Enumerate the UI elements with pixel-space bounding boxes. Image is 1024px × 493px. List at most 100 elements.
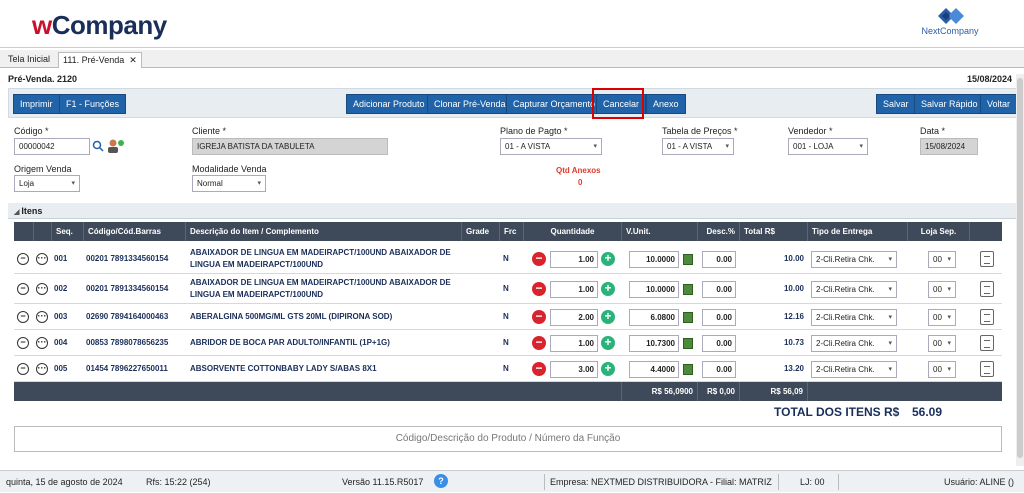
page-date: 15/08/2024	[966, 74, 1012, 84]
calculator-icon[interactable]	[683, 312, 693, 323]
entrega-select[interactable]: 2-Cli.Retira Chk. ▾	[811, 335, 897, 352]
product-search-input[interactable]: Código/Descrição do Produto / Número da …	[14, 426, 1002, 452]
more-options-icon[interactable]: ···	[36, 253, 48, 265]
salvar-button[interactable]: Salvar	[876, 94, 916, 114]
notes-icon[interactable]	[980, 361, 994, 377]
tab-pre-venda[interactable]: 111. Pré-Venda ✕	[58, 52, 142, 68]
divider	[544, 474, 545, 490]
loja-value: 00	[933, 365, 942, 374]
table-row: − ··· 001 00201 7891334560154 ABAIXADOR DE L…	[14, 244, 1002, 274]
loja-select[interactable]: 00 ▾	[928, 309, 956, 326]
chevron-down-icon: ▾	[947, 366, 951, 373]
quantity-input[interactable]: 3.00	[550, 361, 598, 378]
col-loja: Loja Sep.	[908, 222, 970, 241]
tabela-select[interactable]: 01 - A VISTA ▾	[662, 138, 734, 155]
total-label: TOTAL DOS ITENS R$	[774, 405, 900, 419]
scrollbar[interactable]	[1016, 74, 1024, 466]
notes-icon[interactable]	[980, 281, 994, 297]
scrollbar-thumb[interactable]	[1017, 78, 1023, 458]
salvar-rapido-button[interactable]: Salvar Rápido	[914, 94, 985, 114]
notes-icon[interactable]	[980, 335, 994, 351]
close-icon[interactable]: ✕	[129, 55, 137, 65]
anexo-button[interactable]: Anexo	[646, 94, 686, 114]
remove-circle-icon[interactable]: −	[17, 311, 29, 323]
total-value: 56.09	[912, 405, 943, 419]
vunit-input[interactable]: 6.0800	[629, 309, 679, 326]
row-codigo: 00201 7891334560154	[86, 284, 169, 293]
more-options-icon[interactable]: ···	[36, 363, 48, 375]
discount-input[interactable]: 0.00	[702, 251, 736, 268]
increment-button[interactable]: +	[601, 362, 615, 376]
itens-section-header[interactable]: ◢ Itens	[8, 203, 1018, 219]
notes-icon[interactable]	[980, 309, 994, 325]
f1-funcoes-button[interactable]: F1 - Funções	[59, 94, 127, 114]
plano-select[interactable]: 01 - A VISTA ▾	[500, 138, 602, 155]
entrega-select[interactable]: 2-Cli.Retira Chk. ▾	[811, 309, 897, 326]
quantity-input[interactable]: 1.00	[550, 335, 598, 352]
loja-select[interactable]: 00 ▾	[928, 335, 956, 352]
nextcompany-logo-icon	[938, 8, 964, 24]
tab-label: 111. Pré-Venda	[63, 55, 125, 65]
increment-button[interactable]: +	[601, 252, 615, 266]
loja-select[interactable]: 00 ▾	[928, 361, 956, 378]
imprimir-button[interactable]: Imprimir	[13, 94, 60, 114]
entrega-select[interactable]: 2-Cli.Retira Chk. ▾	[811, 361, 897, 378]
decrement-button[interactable]: −	[532, 362, 546, 376]
decrement-button[interactable]: −	[532, 252, 546, 266]
discount-input[interactable]: 0.00	[702, 335, 736, 352]
vunit-input[interactable]: 4.4000	[629, 361, 679, 378]
decrement-button[interactable]: −	[532, 336, 546, 350]
calculator-icon[interactable]	[683, 284, 693, 295]
decrement-button[interactable]: −	[532, 310, 546, 324]
remove-circle-icon[interactable]: −	[17, 253, 29, 265]
more-options-icon[interactable]: ···	[36, 311, 48, 323]
quantity-input[interactable]: 1.00	[550, 281, 598, 298]
more-options-icon[interactable]: ···	[36, 283, 48, 295]
codigo-input[interactable]: 00000042	[14, 138, 90, 155]
increment-button[interactable]: +	[601, 282, 615, 296]
discount-input[interactable]: 0.00	[702, 309, 736, 326]
tab-tela-inicial[interactable]: Tela Inicial	[4, 52, 54, 68]
origem-select[interactable]: Loja ▾	[14, 175, 80, 192]
loja-select[interactable]: 00 ▾	[928, 281, 956, 298]
vunit-input[interactable]: 10.0000	[629, 281, 679, 298]
adicionar-produto-button[interactable]: Adicionar Produto	[346, 94, 432, 114]
vunit-input[interactable]: 10.7300	[629, 335, 679, 352]
decrement-button[interactable]: −	[532, 282, 546, 296]
increment-button[interactable]: +	[601, 310, 615, 324]
row-total: 10.00	[783, 254, 804, 263]
qtd-anexos-value: 0	[578, 178, 583, 187]
more-options-icon[interactable]: ···	[36, 337, 48, 349]
clonar-pre-venda-button[interactable]: Clonar Pré-Venda	[427, 94, 513, 114]
remove-circle-icon[interactable]: −	[17, 363, 29, 375]
modalidade-select[interactable]: Normal ▾	[192, 175, 266, 192]
discount-input[interactable]: 0.00	[702, 361, 736, 378]
footer-spacer	[14, 382, 622, 401]
calculator-icon[interactable]	[683, 338, 693, 349]
quantity-input[interactable]: 2.00	[550, 309, 598, 326]
status-usuario: Usuário: ALINE ()	[944, 477, 1015, 487]
calculator-icon[interactable]	[683, 254, 693, 265]
loja-select[interactable]: 00 ▾	[928, 251, 956, 268]
help-icon[interactable]: ?	[434, 474, 448, 488]
search-icon[interactable]	[92, 140, 104, 152]
voltar-button[interactable]: Voltar	[980, 94, 1018, 114]
discount-input[interactable]: 0.00	[702, 281, 736, 298]
chevron-down-icon: ▾	[947, 286, 951, 293]
row-codigo: 00201 7891334560154	[86, 254, 169, 263]
remove-circle-icon[interactable]: −	[17, 337, 29, 349]
entrega-select[interactable]: 2-Cli.Retira Chk. ▾	[811, 281, 897, 298]
calculator-icon[interactable]	[683, 364, 693, 375]
app-header: wCompany NextCompany	[0, 0, 1024, 48]
status-date: quinta, 15 de agosto de 2024	[6, 477, 123, 487]
quantity-input[interactable]: 1.00	[550, 251, 598, 268]
entrega-select[interactable]: 2-Cli.Retira Chk. ▾	[811, 251, 897, 268]
remove-circle-icon[interactable]: −	[17, 283, 29, 295]
vendedor-select[interactable]: 001 - LOJA ▾	[788, 138, 868, 155]
increment-button[interactable]: +	[601, 336, 615, 350]
notes-icon[interactable]	[980, 251, 994, 267]
vunit-input[interactable]: 10.0000	[629, 251, 679, 268]
capturar-orcamento-button[interactable]: Capturar Orçamento	[506, 94, 603, 114]
row-descricao-line2: LINGUA EM MADEIRAPCT/100UND	[190, 290, 324, 299]
user-status-icon[interactable]	[106, 138, 126, 154]
